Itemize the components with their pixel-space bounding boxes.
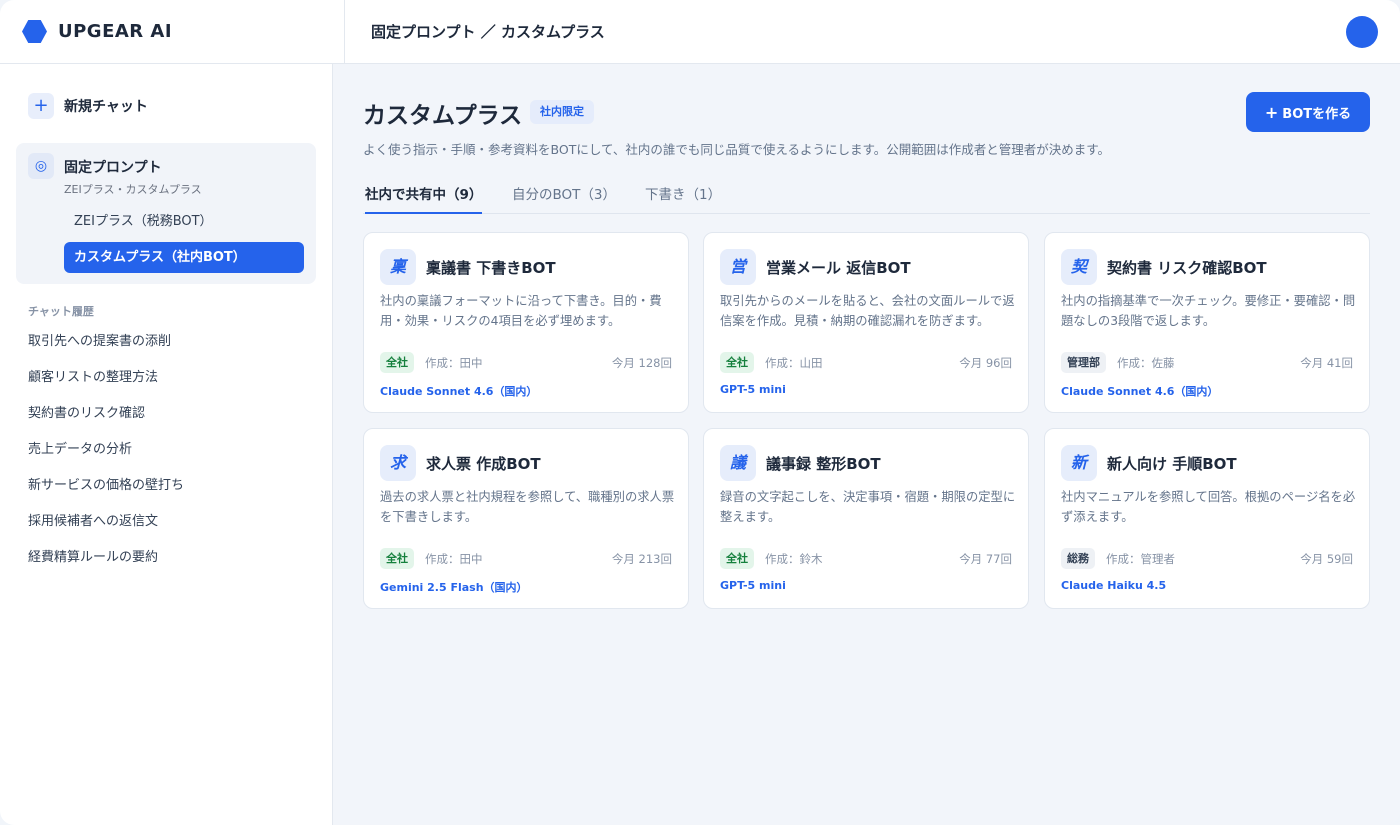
history-item[interactable]: 新サービスの価格の壁打ち xyxy=(28,476,318,512)
bot-description: 社内の稟議フォーマットに沿って下書き。目的・費用・効果・リスクの4項目を必ず埋め… xyxy=(380,294,662,328)
history-item[interactable]: 経費精算ルールの要約 xyxy=(28,548,318,584)
bot-card[interactable]: 契 契約書 リスク確認BOT 社内の指摘基準で一次チェック。要修正・要確認・問題… xyxy=(1044,232,1370,413)
bot-usage: 今月 213回 xyxy=(611,552,672,566)
brand-name: UPGEAR AI xyxy=(58,21,173,42)
top-bar: UPGEAR AI 固定プロンプト ／ カスタムプラス xyxy=(0,0,1400,64)
breadcrumb: 固定プロンプト ／ カスタムプラス xyxy=(371,23,605,41)
fixed-prompts-panel: ◎ 固定プロンプト ZEIプラス・カスタムプラス ZEIプラス（税務BOT） カ… xyxy=(16,143,316,284)
bot-glyph-icon: 契 xyxy=(1061,249,1097,285)
scope-tag: 全社 xyxy=(380,548,414,569)
plus-icon: + xyxy=(28,93,54,119)
bot-usage: 今月 96回 xyxy=(959,356,1012,370)
bot-model: GPT-5 mini xyxy=(720,579,786,592)
bot-author: 作成：山田 xyxy=(765,356,823,370)
create-bot-button[interactable]: + BOTを作る xyxy=(1246,92,1370,132)
scope-tag: 全社 xyxy=(720,548,754,569)
bot-description: 過去の求人票と社内規程を参照して、職種別の求人票を下書きします。 xyxy=(380,490,675,524)
fixed-prompts-subtitle: ZEIプラス・カスタムプラス xyxy=(64,183,202,196)
bot-glyph-icon: 稟 xyxy=(380,249,416,285)
bot-title: 求人票 作成BOT xyxy=(426,455,541,473)
bot-author: 作成：管理者 xyxy=(1106,552,1175,566)
tab-shared[interactable]: 社内で共有中（9） xyxy=(365,183,483,214)
scope-tag: 全社 xyxy=(720,352,754,373)
history-item[interactable]: 顧客リストの整理方法 xyxy=(28,368,318,404)
bot-title: 営業メール 返信BOT xyxy=(766,259,911,277)
bot-author: 作成：田中 xyxy=(425,356,483,370)
scope-tag: 管理部 xyxy=(1061,352,1106,373)
bot-card[interactable]: 営 営業メール 返信BOT 取引先からのメールを貼ると、会社の文面ルールで返信案… xyxy=(703,232,1029,413)
app-window: UPGEAR AI 固定プロンプト ／ カスタムプラス + 新規チャット ◎ 固… xyxy=(0,0,1400,825)
brand[interactable]: UPGEAR AI xyxy=(22,19,172,44)
history-item[interactable]: 売上データの分析 xyxy=(28,440,318,476)
bot-card[interactable]: 稟 稟議書 下書きBOT 社内の稟議フォーマットに沿って下書き。目的・費用・効果… xyxy=(363,232,689,413)
tab-my-bots[interactable]: 自分のBOT（3） xyxy=(512,183,616,213)
history-item[interactable]: 契約書のリスク確認 xyxy=(28,404,318,440)
fixed-prompts-title[interactable]: 固定プロンプト xyxy=(64,157,162,177)
bot-description: 社内マニュアルを参照して回答。根拠のページ名を必ず添えます。 xyxy=(1061,490,1356,524)
chat-history-list: 取引先への提案書の添削 顧客リストの整理方法 契約書のリスク確認 売上データの分… xyxy=(28,332,318,584)
scope-badge: 社内限定 xyxy=(530,100,594,124)
bot-card[interactable]: 新 新人向け 手順BOT 社内マニュアルを参照して回答。根拠のページ名を必ず添え… xyxy=(1044,428,1370,609)
bot-title: 議事録 整形BOT xyxy=(766,455,881,473)
bot-title: 稟議書 下書きBOT xyxy=(426,259,556,277)
brand-logo-icon xyxy=(22,20,47,43)
bot-author: 作成：鈴木 xyxy=(765,552,823,566)
bot-card[interactable]: 議 議事録 整形BOT 録音の文字起こしを、決定事項・宿題・期限の定型に整えます… xyxy=(703,428,1029,609)
chat-history-heading: チャット履歴 xyxy=(28,305,94,318)
create-bot-label: BOTを作る xyxy=(1282,106,1352,122)
bot-description: 録音の文字起こしを、決定事項・宿題・期限の定型に整えます。 xyxy=(720,490,1016,524)
bot-model: GPT-5 mini xyxy=(720,383,786,396)
main-content: カスタムプラス 社内限定 + BOTを作る よく使う指示・手順・参考資料をBOT… xyxy=(334,64,1400,825)
scope-tag: 全社 xyxy=(380,352,414,373)
bot-author: 作成：田中 xyxy=(425,552,483,566)
bot-glyph-icon: 営 xyxy=(720,249,756,285)
page-title: カスタムプラス xyxy=(363,103,523,129)
tab-bar: 社内で共有中（9） 自分のBOT（3） 下書き（1） xyxy=(363,177,1370,214)
bot-usage: 今月 77回 xyxy=(959,552,1012,566)
sidebar-item-zei-plus[interactable]: ZEIプラス（税務BOT） xyxy=(64,206,304,237)
bot-title: 契約書 リスク確認BOT xyxy=(1107,259,1267,277)
bot-card[interactable]: 求 求人票 作成BOT 過去の求人票と社内規程を参照して、職種別の求人票を下書き… xyxy=(363,428,689,609)
bot-usage: 今月 59回 xyxy=(1300,552,1353,566)
page-description: よく使う指示・手順・参考資料をBOTにして、社内の誰でも同じ品質で使えるようにし… xyxy=(363,142,1110,157)
bot-title: 新人向け 手順BOT xyxy=(1107,455,1237,473)
bot-usage: 今月 128回 xyxy=(611,356,672,370)
sidebar: + 新規チャット ◎ 固定プロンプト ZEIプラス・カスタムプラス ZEIプラス… xyxy=(0,64,333,825)
topbar-divider xyxy=(344,0,345,64)
bot-usage: 今月 41回 xyxy=(1300,356,1353,370)
bot-glyph-icon: 議 xyxy=(720,445,756,481)
history-item[interactable]: 取引先への提案書の添削 xyxy=(28,332,318,368)
new-chat-button[interactable]: + 新規チャット xyxy=(28,93,148,119)
history-item[interactable]: 採用候補者への返信文 xyxy=(28,512,318,548)
user-avatar[interactable] xyxy=(1346,16,1378,48)
bot-glyph-icon: 求 xyxy=(380,445,416,481)
bot-model: Claude Sonnet 4.6（国内） xyxy=(1061,385,1219,398)
bot-description: 社内の指摘基準で一次チェック。要修正・要確認・問題なしの3段階で返します。 xyxy=(1061,294,1356,328)
sidebar-item-custom-plus[interactable]: カスタムプラス（社内BOT） xyxy=(64,242,304,273)
bot-model: Claude Sonnet 4.6（国内） xyxy=(380,385,538,398)
plus-icon: + xyxy=(1264,102,1279,122)
tab-drafts[interactable]: 下書き（1） xyxy=(645,183,721,213)
bot-author: 作成：佐藤 xyxy=(1117,356,1175,370)
bot-glyph-icon: 新 xyxy=(1061,445,1097,481)
scope-tag: 総務 xyxy=(1061,548,1095,569)
target-icon: ◎ xyxy=(28,153,54,179)
bot-model: Claude Haiku 4.5 xyxy=(1061,579,1167,592)
new-chat-label: 新規チャット xyxy=(64,99,148,115)
bot-description: 取引先からのメールを貼ると、会社の文面ルールで返信案を作成。見積・納期の確認漏れ… xyxy=(720,294,1015,328)
bot-model: Gemini 2.5 Flash（国内） xyxy=(380,581,528,594)
